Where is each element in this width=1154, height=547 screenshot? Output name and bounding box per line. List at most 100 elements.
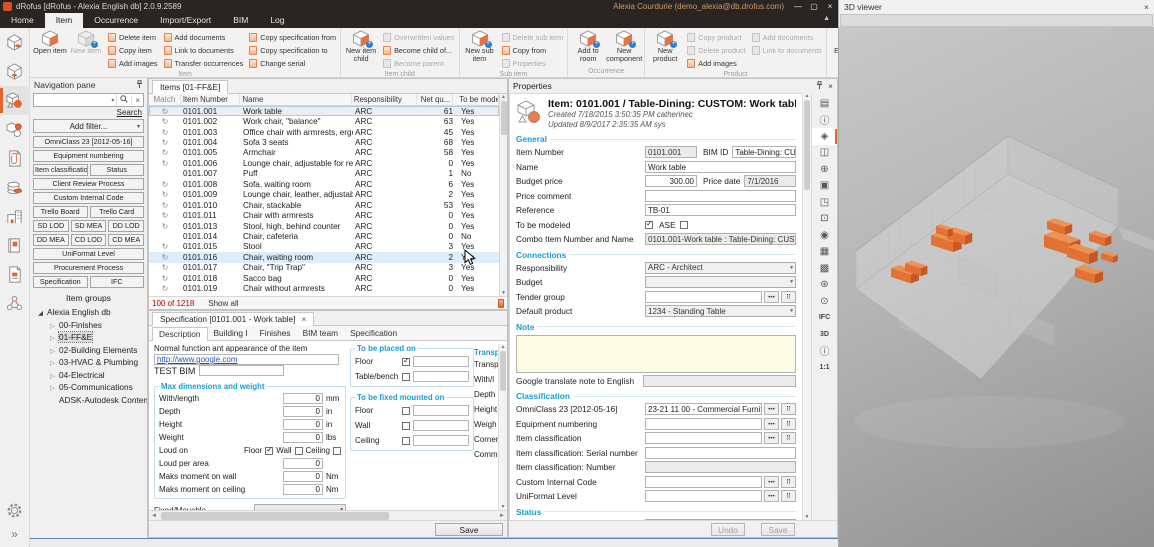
responsibility-select[interactable]: ARC - Architect▾ bbox=[645, 262, 796, 274]
properties-vertical-scrollbar[interactable]: ▲▼ bbox=[802, 93, 811, 520]
item-row-0101.004[interactable]: ↻0101.004Sofa 3 seatsARC68Yes bbox=[149, 137, 499, 147]
tree-item-01-ff-e[interactable]: ▷01-FF&E bbox=[38, 332, 147, 345]
custom-code-grid-button[interactable]: ⠿ bbox=[781, 476, 796, 488]
become-child-of-button[interactable]: Become child of... bbox=[381, 44, 456, 57]
item-row-0101.017[interactable]: ↻0101.017Chair, "Trip Trap"ARC3Yes bbox=[149, 263, 499, 273]
filter-custom-internal-code[interactable]: Custom Internal Code bbox=[33, 192, 144, 204]
equipment-browse-button[interactable]: ••• bbox=[764, 418, 779, 430]
sidebar-systems-icon[interactable] bbox=[0, 289, 30, 318]
note-textarea[interactable] bbox=[516, 335, 796, 373]
item-row-0101.018[interactable]: ↻0101.018Sacco bagARC0Yes bbox=[149, 273, 499, 283]
item-row-0101.005[interactable]: ↻0101.005ArmchairARC58Yes bbox=[149, 148, 499, 158]
3d-viewer-close-icon[interactable]: × bbox=[1144, 2, 1149, 12]
uniformat-browse-button[interactable]: ••• bbox=[764, 490, 779, 502]
item-classification-field[interactable] bbox=[645, 432, 762, 444]
spec-subtab-bim-team[interactable]: BIM team bbox=[297, 327, 345, 340]
3d-model-canvas[interactable] bbox=[839, 27, 1154, 547]
sidebar-documents-icon[interactable] bbox=[0, 144, 30, 173]
undo-button[interactable]: Undo bbox=[711, 523, 745, 536]
items-vertical-scrollbar[interactable]: ▲▼ bbox=[499, 94, 507, 296]
props-tab-history-icon[interactable]: ⊙ bbox=[812, 293, 838, 310]
column-header-to-be-modeled[interactable]: To be modeled bbox=[453, 94, 499, 105]
filter-trello-board[interactable]: Trello Board bbox=[33, 206, 88, 218]
default-product-select[interactable]: 1234 - Standing Table▾ bbox=[645, 305, 796, 317]
omniclass-browse-button[interactable]: ••• bbox=[764, 403, 779, 415]
open-item-button[interactable]: Open item bbox=[32, 29, 68, 55]
table-bench-field[interactable] bbox=[413, 371, 469, 382]
table-bench-checkbox[interactable] bbox=[402, 373, 410, 381]
props-tab-images-icon[interactable]: ▦ bbox=[812, 244, 838, 261]
omniclass-field[interactable]: 23-21 11 00 - Commercial Furniture bbox=[645, 403, 762, 415]
search-input[interactable]: ▾ × bbox=[33, 93, 144, 107]
wall-checkbox[interactable] bbox=[295, 447, 303, 455]
filter-item-classification[interactable]: Item classification bbox=[33, 164, 88, 176]
filter-omniclass-23-2012-05-16[interactable]: OmniClass 23 [2012-05-16] bbox=[33, 136, 144, 148]
filter-dd-mea[interactable]: DD MEA bbox=[33, 234, 69, 246]
maks-moment-on-wall-input[interactable]: 0 bbox=[283, 471, 323, 482]
budget-price-field[interactable]: 300.00 bbox=[645, 175, 697, 187]
menu-tab-home[interactable]: Home bbox=[0, 13, 45, 28]
depth-input[interactable]: 0 bbox=[283, 406, 323, 417]
tree-item-02-building-elements[interactable]: ▷02-Building Elements bbox=[38, 345, 147, 358]
reference-field[interactable]: TB-01 bbox=[645, 204, 796, 216]
ceiling-field[interactable] bbox=[413, 435, 469, 446]
props-tab-item-icon[interactable]: ◈ bbox=[812, 128, 838, 145]
new-sub-item-button[interactable]: +New sub item bbox=[462, 29, 498, 62]
spec-subtab-specification[interactable]: Specification bbox=[344, 327, 403, 340]
sidebar-templates-icon[interactable] bbox=[0, 260, 30, 289]
minimize-button[interactable]: — bbox=[790, 0, 806, 13]
add-images-button[interactable]: Add images bbox=[685, 57, 747, 70]
pin-icon[interactable] bbox=[136, 80, 143, 91]
tender-group-field[interactable] bbox=[645, 291, 762, 303]
filter-trello-card[interactable]: Trello Card bbox=[90, 206, 145, 218]
item-row-0101.009[interactable]: ↻0101.009Lounge chair, leather, adjustab… bbox=[149, 190, 499, 200]
item-classification-grid-button[interactable]: ⠿ bbox=[781, 432, 796, 444]
search-history-caret-icon[interactable]: ▾ bbox=[109, 97, 116, 104]
item-row-0101.010[interactable]: ↻0101.010Chair, stackableARC53Yes bbox=[149, 200, 499, 210]
custom-code-browse-button[interactable]: ••• bbox=[764, 476, 779, 488]
add-images-button[interactable]: Add images bbox=[106, 57, 160, 70]
properties-save-button[interactable]: Save bbox=[761, 523, 795, 536]
menu-tab-bim[interactable]: BIM bbox=[222, 13, 259, 28]
sidebar-finance-icon[interactable] bbox=[0, 173, 30, 202]
new-product-button[interactable]: +New product bbox=[647, 29, 683, 62]
copy-from-button[interactable]: Copy from bbox=[500, 44, 566, 57]
column-header-responsibility[interactable]: Responsibility bbox=[352, 94, 418, 105]
add-to-room-button[interactable]: +Add to room bbox=[570, 29, 606, 62]
item-row-0101.013[interactable]: ↻0101.013Stool, high, behind counterARC0… bbox=[149, 221, 499, 231]
item-row-0101.016[interactable]: ↻0101.016Chair, waiting roomARC2Yes bbox=[149, 252, 499, 262]
with-length-input[interactable]: 0 bbox=[283, 393, 323, 404]
menu-tab-occurrence[interactable]: Occurrence bbox=[83, 13, 149, 28]
sidebar-reports-icon[interactable] bbox=[0, 231, 30, 260]
new-component-button[interactable]: +New component bbox=[606, 29, 642, 62]
filter-sd-mea[interactable]: SD MEA bbox=[71, 220, 107, 232]
props-tab-3d-icon[interactable]: 3D bbox=[812, 326, 838, 343]
sidebar-rooms-icon[interactable] bbox=[0, 28, 30, 57]
properties-close-icon[interactable]: × bbox=[828, 81, 833, 91]
filter-status[interactable]: Status bbox=[90, 164, 145, 176]
link-to-documents-button[interactable]: Link to documents bbox=[162, 44, 246, 57]
to-be-modeled-checkbox[interactable] bbox=[645, 221, 653, 229]
props-tab-camera-icon[interactable]: ◉ bbox=[812, 227, 838, 244]
props-tab-product-icon[interactable]: ▣ bbox=[812, 178, 838, 195]
3d-viewer-toolbar[interactable] bbox=[840, 14, 1153, 27]
filter-uniformat-level[interactable]: UniFormat Level bbox=[33, 248, 144, 260]
props-tab-components-icon[interactable]: ◫ bbox=[812, 145, 838, 162]
filter-sd-lod[interactable]: SD LOD bbox=[33, 220, 69, 232]
spec-vertical-scrollbar[interactable]: ▲▼ bbox=[498, 344, 507, 510]
specification-tab[interactable]: Specification [0101.001 - Work table] × bbox=[152, 312, 314, 326]
maks-moment-on-ceiling-input[interactable]: 0 bbox=[283, 484, 323, 495]
item-row-0101.007[interactable]: 0101.007PuffARC1No bbox=[149, 169, 499, 179]
spec-horizontal-scrollbar[interactable]: ◄► bbox=[149, 510, 507, 520]
item-row-0101.003[interactable]: ↻0101.003Office chair with armrests, erg… bbox=[149, 127, 499, 137]
serial-number-field[interactable] bbox=[645, 447, 796, 459]
sidebar-occurrences-icon[interactable] bbox=[0, 57, 30, 86]
props-tab-ifc-icon[interactable]: IFC bbox=[812, 310, 838, 327]
props-tab-links-icon[interactable]: ⊛ bbox=[812, 277, 838, 294]
search-icon[interactable] bbox=[116, 95, 131, 105]
filter-client-review-process[interactable]: Client Review Process bbox=[33, 178, 144, 190]
uniformat-grid-button[interactable]: ⠿ bbox=[781, 490, 796, 502]
price-comment-field[interactable] bbox=[645, 190, 796, 202]
props-tab-views-icon[interactable]: ▤ bbox=[812, 95, 838, 112]
show-all-link[interactable]: Show all bbox=[208, 299, 238, 308]
